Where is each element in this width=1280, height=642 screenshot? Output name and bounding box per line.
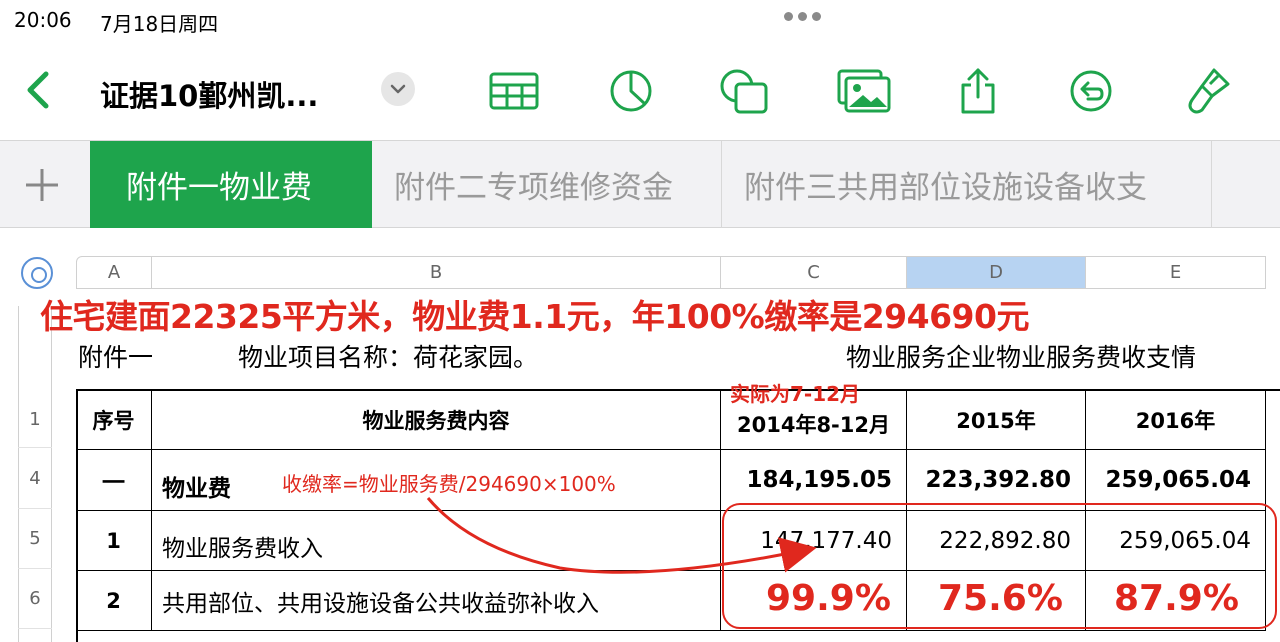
rate-2015: 75.6% (938, 578, 1063, 619)
rate-2016: 87.9% (1114, 578, 1239, 619)
rate-2014: 99.9% (766, 578, 891, 619)
